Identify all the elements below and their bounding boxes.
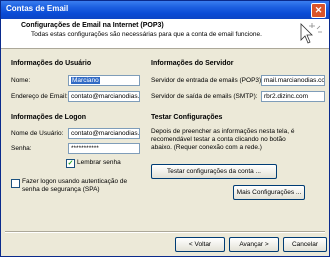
page-title: Configurações de Email na Internet (POP3… [21,22,164,29]
account-settings-window: Contas de Email ✕ Configurações de Email… [0,0,330,257]
next-button[interactable]: Avançar > [229,237,279,252]
email-label: Endereço de Email: [11,93,68,100]
name-label: Nome: [11,77,31,84]
page-header: Configurações de Email na Internet (POP3… [1,19,329,49]
remember-password-checkbox[interactable]: ✓ [66,159,75,168]
logon-info-title: Informações de Logon [11,114,87,121]
user-info-title: Informações do Usuário [11,60,92,67]
spa-checkbox[interactable] [11,179,20,188]
footer-divider [5,231,325,233]
title-bar[interactable]: Contas de Email ✕ [1,1,329,19]
page-subtitle: Todas estas configurações são necessária… [31,31,262,38]
username-label: Nome de Usuário: [11,130,64,137]
email-input[interactable]: contato@marcianodias.com [68,91,140,102]
password-label: Senha: [11,145,32,152]
outgoing-server-input[interactable]: rbr2.dizinc.com [261,91,325,102]
cancel-button[interactable]: Cancelar [283,237,327,252]
spa-label-line2: senha de segurança (SPA) [22,186,100,193]
back-button[interactable]: < Voltar [175,237,225,252]
spa-label-line1: Fazer logon usando autenticação de [22,178,128,185]
email-cursor-icon [300,23,322,44]
incoming-server-label: Servidor de entrada de emails (POP3): [151,77,263,84]
incoming-server-input[interactable]: mail.marcianodias.com [261,75,325,86]
window-title: Contas de Email [6,4,69,13]
close-icon: ✕ [314,5,323,15]
name-input[interactable]: Marciano [68,75,140,86]
test-account-button[interactable]: Testar configurações da conta ... [151,164,277,179]
more-settings-button[interactable]: Mais Configurações ... [233,185,305,200]
password-input[interactable]: *********** [68,143,140,154]
test-settings-title: Testar Configurações [151,114,223,121]
remember-password-label: Lembrar senha [77,159,121,166]
server-info-title: Informações do Servidor [151,60,234,67]
close-button[interactable]: ✕ [311,3,326,18]
outgoing-server-label: Servidor de saída de emails (SMTP): [151,93,258,100]
test-settings-description: Depois de preencher as informações nesta… [151,128,295,151]
username-input[interactable]: contato@marcianodias.com [68,128,140,139]
